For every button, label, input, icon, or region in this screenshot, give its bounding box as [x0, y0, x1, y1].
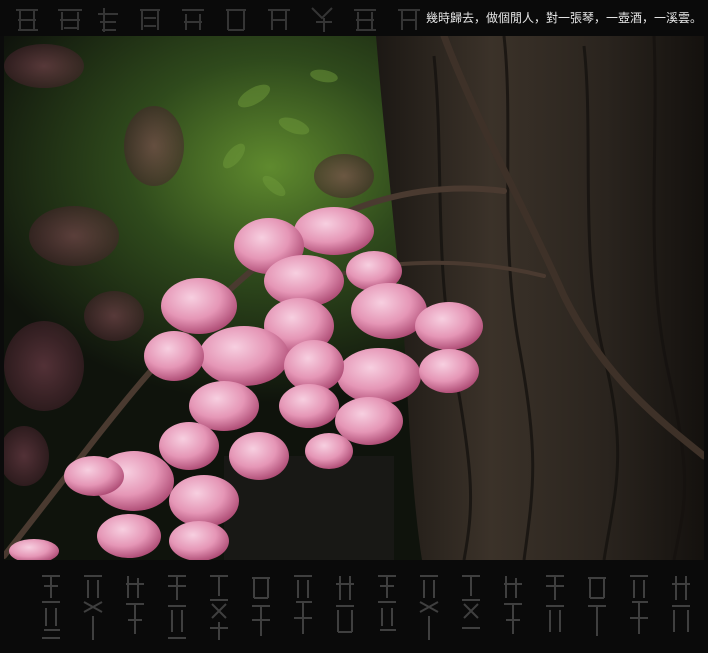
wisteria-illustration	[4, 36, 704, 560]
wisteria-photo	[4, 36, 704, 560]
bottom-calligraphy-band	[0, 560, 708, 653]
bottom-calligraphy-strokes	[42, 575, 690, 640]
bottom-calligraphy-texture	[38, 566, 708, 652]
poem-caption: 幾時歸去，做個閒人，對一張琴，一壺酒，一溪雲。	[425, 11, 702, 25]
top-calligraphy-strokes	[16, 7, 420, 32]
top-calligraphy-band: 幾時歸去，做個閒人，對一張琴，一壺酒，一溪雲。	[0, 0, 708, 36]
decorative-frame: 幾時歸去，做個閒人，對一張琴，一壺酒，一溪雲。	[0, 0, 708, 653]
top-calligraphy-texture	[6, 4, 436, 34]
